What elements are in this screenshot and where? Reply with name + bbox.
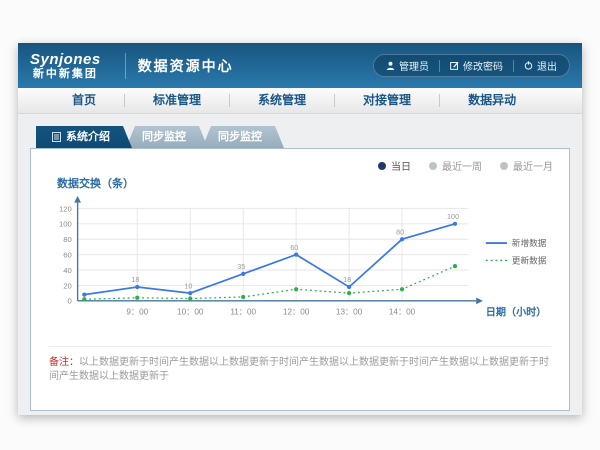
- svg-text:9：00: 9：00: [126, 307, 148, 316]
- logout-label: 退出: [537, 58, 557, 73]
- data-point-label: 100: [447, 212, 459, 221]
- radio-label: 最近一周: [442, 158, 482, 173]
- data-point: [135, 285, 139, 289]
- nav-item-5[interactable]: 数据异动: [440, 88, 544, 113]
- data-point: [188, 296, 192, 300]
- data-point: [188, 291, 192, 295]
- footnote-text: 以上数据更新于时间产生数据以上数据更新于时间产生数据以上数据更新于时间产生数据以…: [49, 357, 549, 382]
- svg-text:0: 0: [68, 297, 72, 306]
- data-point-label: 10: [184, 281, 192, 290]
- svg-text:13：00: 13：00: [336, 307, 363, 316]
- data-point: [294, 252, 298, 256]
- tab-label: 同步监控: [218, 126, 262, 148]
- chart-legend: 新增数据更新数据: [486, 237, 547, 265]
- svg-text:12：00: 12：00: [283, 307, 310, 316]
- data-point-label: 18: [343, 275, 351, 284]
- tab-label: 系统介绍: [66, 126, 110, 148]
- nav-item-3[interactable]: 系统管理: [230, 88, 334, 113]
- data-point: [82, 293, 86, 297]
- tab-3[interactable]: 同步监控: [202, 126, 284, 148]
- header: Synjones 新中新集团 数据资源中心 管理员 修改密码: [18, 43, 582, 88]
- main-nav: 首页标准管理系统管理对接管理数据异动: [18, 88, 582, 114]
- x-tick-labels: 9：00 10：00 11：00 12：00 13：00 14：00: [126, 307, 415, 316]
- brand-logo: Synjones 新中新集团: [30, 52, 101, 80]
- header-divider: [125, 53, 126, 79]
- data-point: [135, 296, 139, 300]
- document-icon: [52, 132, 61, 142]
- line-chart-svg: 0 20 40 60 80 100 120 9：00 10：00 11：00 12：00 13：00 1…: [41, 193, 559, 335]
- radio-range-2[interactable]: 最近一周: [429, 158, 482, 173]
- user-toolbar: 管理员 修改密码 退出: [373, 54, 570, 77]
- svg-text:40: 40: [63, 266, 72, 275]
- change-password-button[interactable]: 修改密码: [450, 58, 503, 73]
- data-point: [241, 272, 245, 276]
- data-point: [347, 285, 351, 289]
- range-filters: 当日 最近一周 最近一月: [378, 158, 553, 173]
- footnote-prefix: 备注：: [49, 357, 79, 368]
- svg-text:60: 60: [63, 251, 72, 260]
- data-point-label: 60: [290, 243, 298, 252]
- data-point: [400, 237, 404, 241]
- line-chart: 0 20 40 60 80 100 120 9：00 10：00 11：00 12：00 13：00 1…: [41, 193, 559, 340]
- svg-text:14：00: 14：00: [389, 307, 416, 316]
- user-icon: [386, 61, 395, 70]
- data-point: [453, 222, 457, 226]
- x-axis-title: 日期（小时）: [486, 305, 547, 318]
- power-icon: [524, 61, 533, 70]
- svg-text:20: 20: [63, 281, 72, 290]
- tab-1[interactable]: 系统介绍: [36, 126, 132, 148]
- content-area: 系统介绍 同步监控 同步监控 当日 最近一周 最近一月 数据交换（条） 0 20 40 60 8…: [18, 114, 582, 411]
- change-password-label: 修改密码: [463, 58, 503, 73]
- y-axis-title: 数据交换（条）: [57, 175, 569, 191]
- nav-item-1[interactable]: 首页: [44, 88, 124, 113]
- footnote: 备注：以上数据更新于时间产生数据以上数据更新于时间产生数据以上数据更新于时间产生…: [49, 346, 551, 384]
- logo-text-en: Synjones: [30, 52, 101, 67]
- tab-2[interactable]: 同步监控: [126, 126, 208, 148]
- data-point: [241, 295, 245, 299]
- y-tick-labels: 0 20 40 60 80 100 120: [59, 204, 72, 305]
- edit-icon: [450, 61, 459, 70]
- data-point: [82, 297, 86, 301]
- data-point-label: 80: [396, 227, 404, 236]
- logout-button[interactable]: 退出: [524, 58, 557, 73]
- page-title: 数据资源中心: [138, 56, 234, 76]
- svg-text:10：00: 10：00: [177, 307, 204, 316]
- legend-label: 新增数据: [512, 237, 547, 248]
- current-user-button[interactable]: 管理员: [386, 58, 429, 73]
- svg-text:120: 120: [59, 204, 72, 213]
- current-user-label: 管理员: [399, 58, 429, 73]
- radio-icon: [500, 162, 508, 170]
- nav-item-4[interactable]: 对接管理: [335, 88, 439, 113]
- data-point-label: 35: [237, 262, 245, 271]
- logo-text-cn: 新中新集团: [33, 69, 98, 80]
- svg-text:80: 80: [63, 235, 72, 244]
- radio-range-3[interactable]: 最近一月: [500, 158, 553, 173]
- data-point: [453, 264, 457, 268]
- data-point: [294, 287, 298, 291]
- radio-icon: [378, 162, 386, 170]
- radio-label: 当日: [391, 158, 411, 173]
- radio-range-1[interactable]: 当日: [378, 158, 411, 173]
- nav-item-2[interactable]: 标准管理: [125, 88, 229, 113]
- svg-text:11：00: 11：00: [230, 307, 256, 316]
- chart-panel: 当日 最近一周 最近一月 数据交换（条） 0 20 40 60 80 100 120 9：00 10…: [30, 148, 570, 411]
- legend-label: 更新数据: [512, 254, 547, 265]
- svg-text:100: 100: [59, 220, 72, 229]
- data-point-label: 18: [131, 275, 139, 284]
- data-point: [347, 291, 351, 295]
- app-window: Synjones 新中新集团 数据资源中心 管理员 修改密码: [18, 43, 582, 415]
- tab-bar: 系统介绍 同步监控 同步监控: [36, 126, 570, 148]
- data-point: [400, 287, 404, 291]
- radio-icon: [429, 162, 437, 170]
- radio-label: 最近一月: [513, 158, 553, 173]
- tab-label: 同步监控: [142, 126, 186, 148]
